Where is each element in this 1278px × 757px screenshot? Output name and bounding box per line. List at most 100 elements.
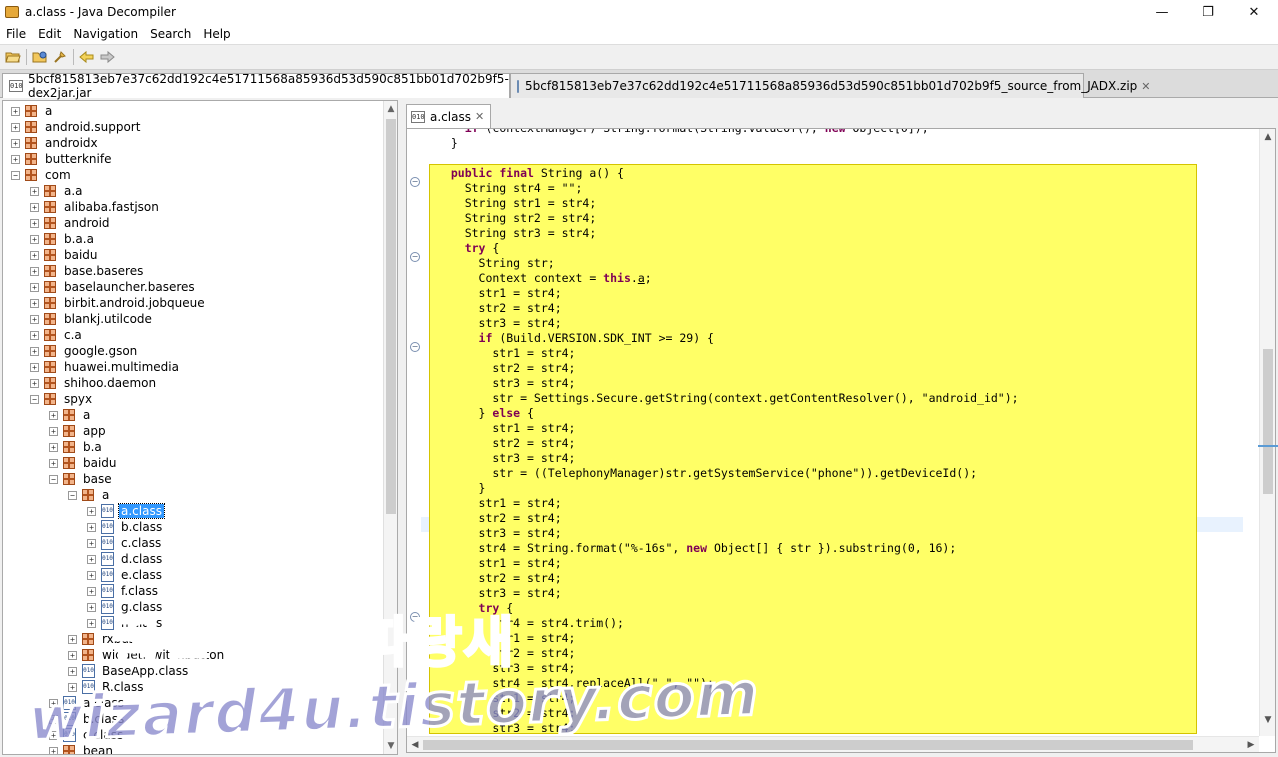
collapse-icon[interactable]: −	[49, 474, 58, 484]
expand-icon[interactable]: +	[30, 314, 39, 324]
expand-icon[interactable]: +	[49, 426, 58, 436]
menu-help[interactable]: Help	[197, 27, 236, 41]
editor-horizontal-scrollbar[interactable]: ◀ ▶	[407, 736, 1259, 752]
open-type-icon[interactable]	[30, 47, 50, 67]
expand-icon[interactable]: +	[87, 618, 96, 628]
tree-package-item[interactable]: + app	[49, 423, 108, 439]
scroll-left-icon[interactable]: ◀	[407, 737, 423, 752]
expand-icon[interactable]: +	[30, 250, 39, 260]
tree-package-item[interactable]: + b.a.a	[30, 231, 96, 247]
expand-icon[interactable]: +	[30, 234, 39, 244]
tree-package-item[interactable]: + rxbus	[68, 631, 137, 647]
expand-icon[interactable]: +	[49, 730, 58, 740]
close-tab-icon[interactable]: ✕	[475, 110, 484, 123]
scroll-up-icon[interactable]: ▲	[1260, 129, 1275, 145]
expand-icon[interactable]: +	[68, 650, 77, 660]
expand-icon[interactable]: +	[30, 266, 39, 276]
fold-toggle-icon[interactable]: −	[410, 252, 420, 262]
scroll-up-icon[interactable]: ▲	[384, 101, 397, 117]
tree-package-item[interactable]: + androidx	[11, 135, 100, 151]
tree-class-item[interactable]: +010 a.class	[87, 503, 165, 519]
scrollbar-thumb[interactable]	[386, 119, 396, 514]
expand-icon[interactable]: +	[11, 138, 20, 148]
search-icon[interactable]	[50, 47, 70, 67]
expand-icon[interactable]: +	[49, 698, 58, 708]
tree-class-item[interactable]: +010 b.class	[87, 519, 164, 535]
back-icon[interactable]	[77, 47, 97, 67]
expand-icon[interactable]: +	[49, 442, 58, 452]
expand-icon[interactable]: +	[87, 506, 96, 516]
tree-package-item[interactable]: + baidu	[30, 247, 100, 263]
menu-search[interactable]: Search	[144, 27, 197, 41]
scroll-right-icon[interactable]: ▶	[1243, 737, 1259, 752]
expand-icon[interactable]: +	[87, 538, 96, 548]
forward-icon[interactable]	[97, 47, 117, 67]
fold-toggle-icon[interactable]: −	[410, 612, 420, 622]
tree-class-item[interactable]: +010 b.class	[49, 711, 126, 727]
tree-package-item[interactable]: + huawei.multimedia	[30, 359, 181, 375]
expand-icon[interactable]: +	[87, 586, 96, 596]
editor-tab[interactable]: 010 a.class ✕	[406, 104, 492, 128]
tree-package-item[interactable]: + a	[11, 103, 54, 119]
tree-package-item[interactable]: + android	[30, 215, 112, 231]
expand-icon[interactable]: +	[30, 362, 39, 372]
expand-icon[interactable]: +	[30, 218, 39, 228]
open-file-icon[interactable]	[3, 47, 23, 67]
expand-icon[interactable]: +	[49, 746, 58, 754]
tree-scrollbar[interactable]: ▲ ▼	[383, 101, 397, 754]
tree-class-item[interactable]: +010 d.class	[87, 551, 164, 567]
tree-package-item[interactable]: + baidu	[49, 455, 119, 471]
scrollbar-thumb[interactable]	[423, 740, 1193, 750]
tree-package-item[interactable]: + blankj.utilcode	[30, 311, 154, 327]
tree-package-item[interactable]: + shihoo.daemon	[30, 375, 158, 391]
expand-icon[interactable]: +	[49, 410, 58, 420]
tree-class-item[interactable]: +010 e.class	[87, 567, 164, 583]
tree-package-item[interactable]: + birbit.android.jobqueue	[30, 295, 207, 311]
tree-class-item[interactable]: +010 f.class	[87, 583, 160, 599]
tree-package-item[interactable]: + a.a	[30, 183, 85, 199]
close-tab-icon[interactable]: ✕	[1141, 80, 1150, 93]
scroll-down-icon[interactable]: ▼	[1260, 712, 1275, 728]
code-editor[interactable]: − − − − if (contextManager) String.format(S…	[406, 128, 1276, 753]
tree-package-item[interactable]: + bean	[49, 743, 115, 754]
expand-icon[interactable]: +	[87, 570, 96, 580]
tree-package-item[interactable]: − spyx	[30, 391, 94, 407]
tree-package-item[interactable]: + android.support	[11, 119, 142, 135]
expand-icon[interactable]: +	[30, 378, 39, 388]
maximize-button[interactable]: ❐	[1185, 0, 1231, 24]
expand-icon[interactable]: +	[87, 602, 96, 612]
menu-navigation[interactable]: Navigation	[67, 27, 144, 41]
tree-class-item[interactable]: +010 h.class	[87, 615, 164, 631]
expand-icon[interactable]: +	[11, 122, 20, 132]
tree-package-item[interactable]: + butterknife	[11, 151, 113, 167]
tree-package-item[interactable]: + alibaba.fastjson	[30, 199, 161, 215]
expand-icon[interactable]: +	[49, 714, 58, 724]
tree-package-item[interactable]: − com	[11, 167, 73, 183]
collapse-icon[interactable]: −	[30, 394, 39, 404]
editor-vertical-scrollbar[interactable]: ▲ ▼	[1259, 129, 1275, 736]
fold-toggle-icon[interactable]: −	[410, 342, 420, 352]
collapse-icon[interactable]: −	[68, 490, 77, 500]
expand-icon[interactable]: +	[30, 186, 39, 196]
file-tab-zip[interactable]: 5bcf815813eb7e37c62dd192c4e51711568a8593…	[510, 73, 1151, 98]
expand-icon[interactable]: +	[68, 634, 77, 644]
tree-package-item[interactable]: + widget.switchbutton	[68, 647, 226, 663]
tree-package-item[interactable]: + baselauncher.baseres	[30, 279, 197, 295]
source-code[interactable]: if (contextManager) String.format(String…	[437, 129, 1019, 736]
tree-class-item[interactable]: +010 g.class	[87, 599, 164, 615]
file-tab-jar[interactable]: 010 5bcf815813eb7e37c62dd192c4e51711568a…	[2, 72, 522, 100]
tree-package-item[interactable]: + b.a	[49, 439, 104, 455]
tree-package-item[interactable]: + google.gson	[30, 343, 139, 359]
tree-package-item[interactable]: − a	[68, 487, 111, 503]
minimize-button[interactable]: —	[1139, 0, 1185, 24]
expand-icon[interactable]: +	[68, 682, 77, 692]
close-window-button[interactable]: ✕	[1231, 0, 1277, 24]
tree-class-item[interactable]: +010 R.class	[68, 679, 146, 695]
expand-icon[interactable]: +	[87, 554, 96, 564]
menu-file[interactable]: File	[0, 27, 32, 41]
expand-icon[interactable]: +	[30, 330, 39, 340]
expand-icon[interactable]: +	[30, 202, 39, 212]
expand-icon[interactable]: +	[68, 666, 77, 676]
tree-package-item[interactable]: + a	[49, 407, 92, 423]
tree-class-item[interactable]: +010 c.class	[49, 727, 125, 743]
